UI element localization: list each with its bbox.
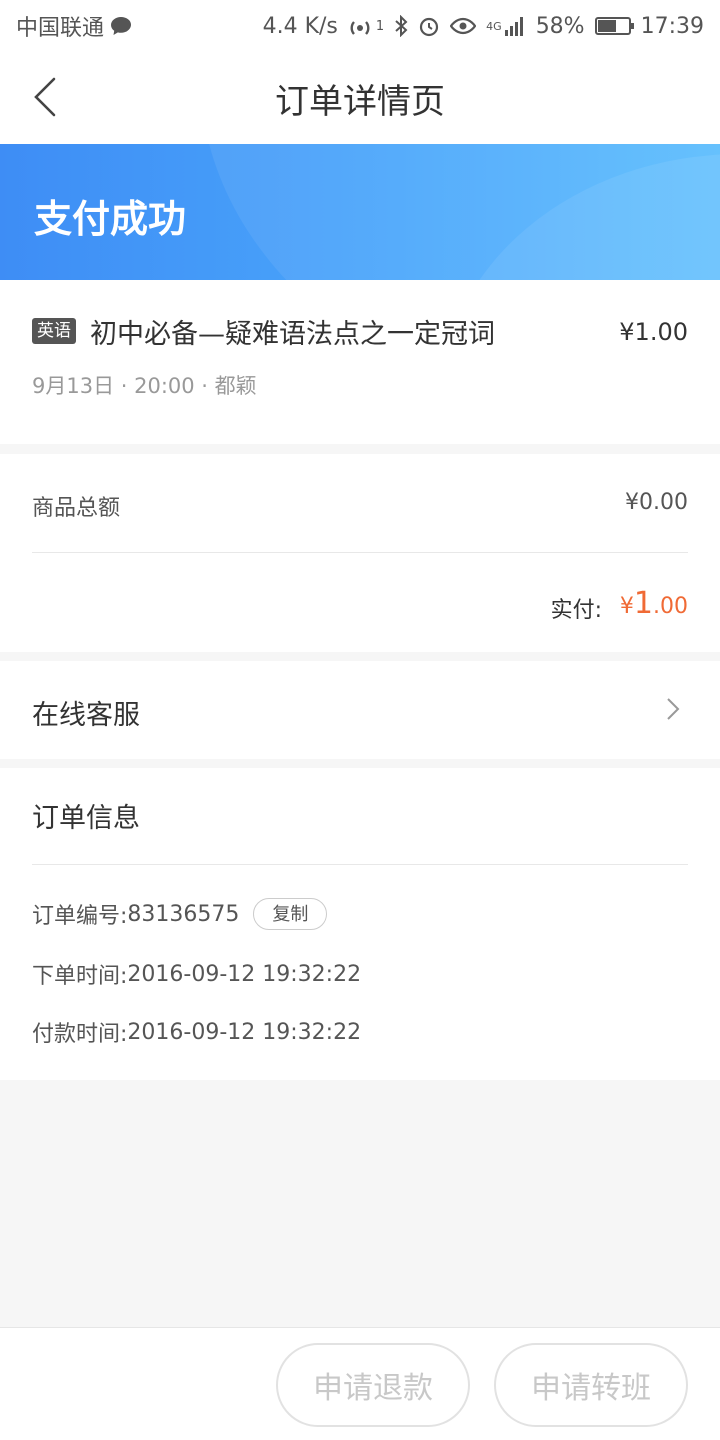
order-detail-page: 中国联通 4.4 K/s 1 4G 58% 17:39 订单详情页 支付成功 英… [0, 0, 720, 1440]
goods-total-value: ¥0.00 [625, 490, 688, 515]
paid-amount: ¥1.00 [620, 586, 688, 621]
pay-time: 2016-09-12 19:32:22 [127, 1019, 362, 1045]
order-info: 订单信息 订单编号: 83136575 复制 下单时间: 2016-09-12 … [0, 768, 720, 1080]
transfer-class-button[interactable]: 申请转班 [494, 1343, 688, 1427]
subject-tag: 英语 [32, 318, 76, 344]
battery-percent: 58% [535, 13, 585, 39]
bluetooth-icon [394, 15, 408, 37]
order-time-line: 下单时间: 2016-09-12 19:32:22 [32, 958, 361, 990]
chevron-left-icon [34, 77, 56, 117]
course-schedule: 9月13日 · 20:00 · 都颖 [32, 374, 257, 398]
hotspot-icon: 1 [348, 15, 384, 37]
pay-time-label: 付款时间: [32, 1022, 128, 1047]
page-title: 订单详情页 [275, 81, 445, 122]
nav-bar: 订单详情页 [0, 52, 720, 144]
course-price: ¥1.00 [619, 318, 688, 346]
payment-status-banner: 支付成功 [0, 144, 720, 280]
order-number-label: 订单编号: [32, 904, 128, 929]
goods-total-label: 商品总额 [32, 496, 121, 521]
order-number-line: 订单编号: 83136575 复制 [32, 898, 328, 930]
online-service-row[interactable]: 在线客服 [0, 661, 720, 759]
chevron-right-icon [667, 698, 680, 720]
status-bar: 中国联通 4.4 K/s 1 4G 58% 17:39 [0, 0, 720, 52]
message-icon [110, 16, 132, 36]
pay-time-line: 付款时间: 2016-09-12 19:32:22 [32, 1016, 361, 1048]
price-summary: 商品总额 ¥0.00 实付: ¥1.00 [0, 454, 720, 652]
back-button[interactable] [20, 72, 70, 122]
clock: 17:39 [640, 13, 704, 39]
carrier-name: 中国联通 [16, 16, 105, 41]
status-left: 中国联通 [16, 10, 132, 42]
battery-icon [594, 17, 634, 35]
course-item[interactable]: 英语 初中必备—疑难语法点之一定冠词 ¥1.00 9月13日 · 20:00 ·… [0, 280, 720, 444]
order-number: 83136575 [127, 901, 240, 927]
copy-button[interactable]: 复制 [253, 898, 328, 930]
order-time-label: 下单时间: [32, 964, 128, 989]
online-service-label: 在线客服 [32, 700, 140, 731]
status-right: 4.4 K/s 1 4G 58% 17:39 [263, 14, 704, 39]
order-info-title: 订单信息 [32, 803, 140, 834]
paid-currency: ¥ [619, 594, 634, 619]
payment-status-text: 支付成功 [34, 197, 187, 241]
network-speed: 4.4 K/s [262, 13, 338, 39]
paid-decimal: .00 [653, 594, 688, 619]
hotspot-count: 1 [375, 18, 385, 34]
divider [32, 552, 688, 553]
alarm-icon [418, 15, 440, 37]
bottom-action-bar: 申请退款 申请转班 [0, 1327, 720, 1440]
paid-integer: 1 [633, 586, 653, 621]
course-title: 初中必备—疑难语法点之一定冠词 [90, 319, 495, 350]
order-time: 2016-09-12 19:32:22 [127, 961, 362, 987]
eye-icon [450, 16, 477, 36]
divider [32, 864, 688, 865]
paid-label: 实付: [550, 598, 602, 623]
refund-button[interactable]: 申请退款 [276, 1343, 470, 1427]
signal-icon: 4G [486, 16, 526, 36]
signal-type: 4G [486, 19, 502, 33]
